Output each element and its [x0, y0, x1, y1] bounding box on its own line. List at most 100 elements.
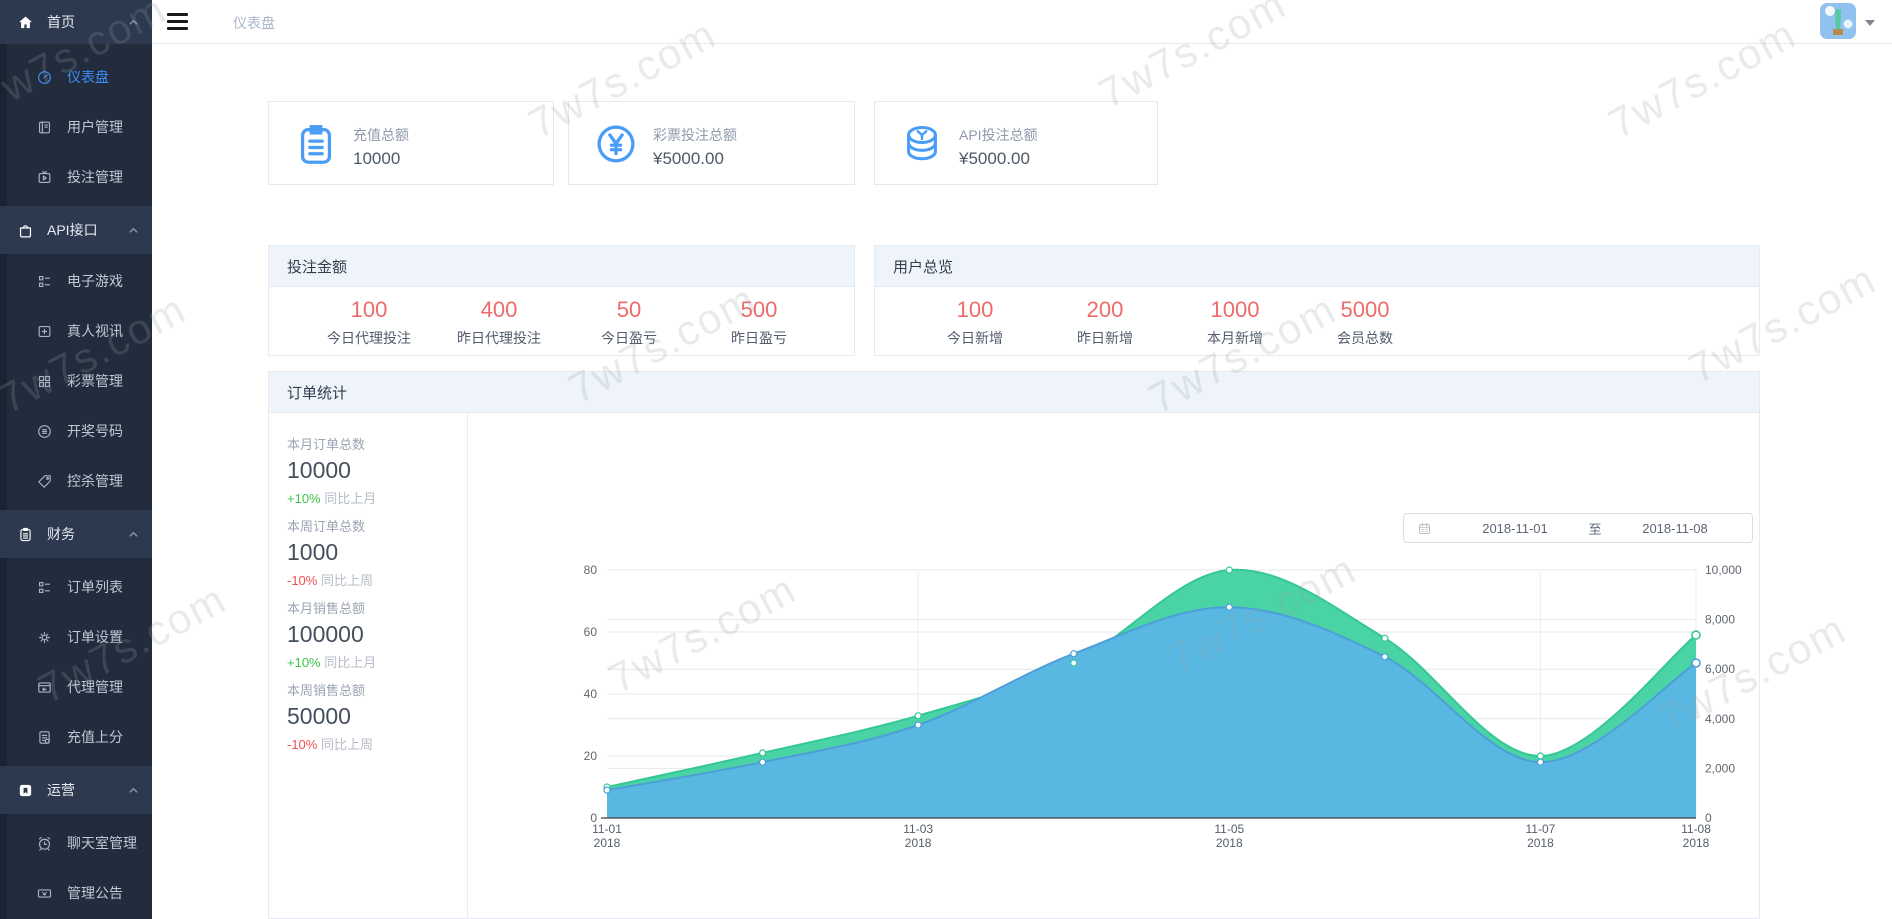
summary-value: 100000 [287, 619, 467, 649]
stat-today-new-users: 100 今日新增 [910, 297, 1040, 348]
sidebar-section-label: 运营 [47, 780, 75, 800]
panel-user-overview: 用户总览 100 今日新增 200 昨日新增 1000 本月新增 5000 会员… [874, 245, 1760, 356]
stat-total-members: 5000 会员总数 [1300, 297, 1430, 348]
sidebar-item-recharge-points[interactable]: 充值上分 [0, 712, 152, 762]
gear-icon [36, 629, 53, 646]
sidebar-item-announcements[interactable]: 管理公告 [0, 868, 152, 918]
sidebar-item-label: 开奖号码 [67, 421, 123, 441]
sidebar-item-label: 真人视讯 [67, 321, 123, 341]
panel-bet-amount: 投注金额 100 今日代理投注 400 昨日代理投注 50 今日盈亏 500 昨… [268, 245, 855, 356]
stat-label: 昨日新增 [1040, 328, 1170, 348]
stat-yesterday-new-users: 200 昨日新增 [1040, 297, 1170, 348]
sidebar-item-order-list[interactable]: 订单列表 [0, 562, 152, 612]
dashboard-screen: 首页 仪表盘 用户管理 投注管理 API接口 电子游戏 真人视讯 [0, 0, 1892, 919]
data-point [1692, 631, 1700, 639]
sidebar-section-finance[interactable]: 财务 [0, 510, 152, 558]
x-axis-tick-year: 2018 [1216, 836, 1243, 850]
x-axis-tick-year: 2018 [1527, 836, 1554, 850]
stat-yesterday-agent-bets: 400 昨日代理投注 [434, 297, 564, 348]
hamburger-menu-icon[interactable] [167, 13, 188, 30]
summary-value: 1000 [287, 537, 467, 567]
sidebar-section-home[interactable]: 首页 [0, 0, 152, 44]
data-point [760, 759, 766, 765]
sidebar-item-label: 管理公告 [67, 883, 123, 903]
summary-label: 本月订单总数 [287, 437, 467, 453]
calendar-icon [1417, 521, 1432, 536]
sidebar-item-user-management[interactable]: 用户管理 [0, 102, 152, 152]
stat-card-api-bet-total: API投注总额 ¥5000.00 [874, 101, 1158, 185]
date-range-start[interactable]: 2018-11-01 [1460, 521, 1570, 536]
box-arrow-icon [36, 679, 53, 696]
date-range-end[interactable]: 2018-11-08 [1620, 521, 1730, 536]
x-axis-tick: 11-08 [1681, 822, 1711, 836]
sidebar-item-label: 聊天室管理 [67, 833, 137, 853]
plus-square-icon [36, 323, 53, 340]
sidebar-item-label: 投注管理 [67, 167, 123, 187]
sidebar-section-api[interactable]: API接口 [0, 206, 152, 254]
sidebar-item-bet-management[interactable]: 投注管理 [0, 152, 152, 202]
sidebar-item-label: 充值上分 [67, 727, 123, 747]
sidebar-item-label: 仪表盘 [67, 67, 109, 87]
data-point [760, 750, 766, 756]
x-axis-tick: 11-05 [1214, 822, 1244, 836]
chevron-up-icon [128, 785, 139, 796]
stat-card-recharge-total: 充值总额 10000 [268, 101, 554, 185]
data-point [1537, 753, 1543, 759]
stat-value: 100 [910, 297, 1040, 323]
sidebar-item-kill-control[interactable]: 控杀管理 [0, 456, 152, 506]
stat-today-agent-bets: 100 今日代理投注 [304, 297, 434, 348]
sidebar-section-operations[interactable]: 运营 [0, 766, 152, 814]
right-axis-tick: 2,000 [1705, 761, 1735, 775]
avatar[interactable] [1820, 3, 1856, 39]
sidebar-item-live-video[interactable]: 真人视讯 [0, 306, 152, 356]
stat-value: 1000 [1170, 297, 1300, 323]
stat-card-label: API投注总额 [959, 125, 1038, 145]
left-axis-tick: 60 [584, 625, 598, 639]
summary-change: -10% [287, 573, 317, 588]
left-axis-tick: 20 [584, 749, 598, 763]
stat-label: 今日盈亏 [564, 328, 694, 348]
summary-week-orders: 本周订单总数 1000 -10% 同比上周 [287, 519, 467, 589]
summary-compare: 同比上月 [324, 655, 376, 670]
x-axis-tick-year: 2018 [905, 836, 932, 850]
panel-title: 订单统计 [269, 372, 1759, 413]
stat-label: 昨日代理投注 [434, 328, 564, 348]
stat-card-lottery-bet-total: 彩票投注总额 ¥5000.00 [568, 101, 855, 185]
right-axis-tick: 10,000 [1705, 563, 1742, 577]
sidebar-item-order-settings[interactable]: 订单设置 [0, 612, 152, 662]
panel-title: 投注金额 [269, 246, 854, 287]
summary-label: 本周订单总数 [287, 519, 467, 535]
topbar: 仪表盘 [152, 0, 1892, 44]
date-range-separator: 至 [1570, 519, 1620, 538]
bag-icon [17, 222, 34, 239]
chevron-up-icon [128, 225, 139, 236]
summary-month-sales: 本月销售总额 100000 +10% 同比上月 [287, 601, 467, 671]
sidebar-item-dashboard[interactable]: 仪表盘 [0, 52, 152, 102]
order-stats-area-chart[interactable]: 02040608002,0004,0006,0008,00010,00011-0… [481, 556, 1761, 866]
date-range-picker[interactable]: 2018-11-01 至 2018-11-08 [1403, 513, 1753, 543]
sidebar-item-lottery-management[interactable]: 彩票管理 [0, 356, 152, 406]
avatar-dropdown-caret-icon[interactable] [1865, 20, 1875, 26]
document-icon [36, 729, 53, 746]
list-rows-icon [36, 579, 53, 596]
data-point [1226, 604, 1232, 610]
sidebar-item-label: 电子游戏 [67, 271, 123, 291]
summary-label: 本月销售总额 [287, 601, 467, 617]
sidebar-item-draw-numbers[interactable]: 开奖号码 [0, 406, 152, 456]
stat-label: 今日新增 [910, 328, 1040, 348]
sidebar-item-chatroom-management[interactable]: 聊天室管理 [0, 818, 152, 868]
stat-card-value: ¥5000.00 [959, 149, 1030, 169]
sidebar-item-label: 代理管理 [67, 677, 123, 697]
sidebar-item-electronic-games[interactable]: 电子游戏 [0, 256, 152, 306]
summary-month-orders: 本月订单总数 10000 +10% 同比上月 [287, 437, 467, 507]
right-axis-tick: 8,000 [1705, 613, 1735, 627]
data-point [1692, 659, 1700, 667]
list-rows-icon [36, 273, 53, 290]
chevron-up-icon [128, 17, 139, 28]
sidebar: 首页 仪表盘 用户管理 投注管理 API接口 电子游戏 真人视讯 [0, 0, 152, 919]
x-axis-tick: 11-07 [1526, 822, 1556, 836]
sidebar-item-agent-management[interactable]: 代理管理 [0, 662, 152, 712]
summary-compare: 同比上周 [321, 573, 373, 588]
notebook-icon [36, 119, 53, 136]
stat-value: 200 [1040, 297, 1170, 323]
